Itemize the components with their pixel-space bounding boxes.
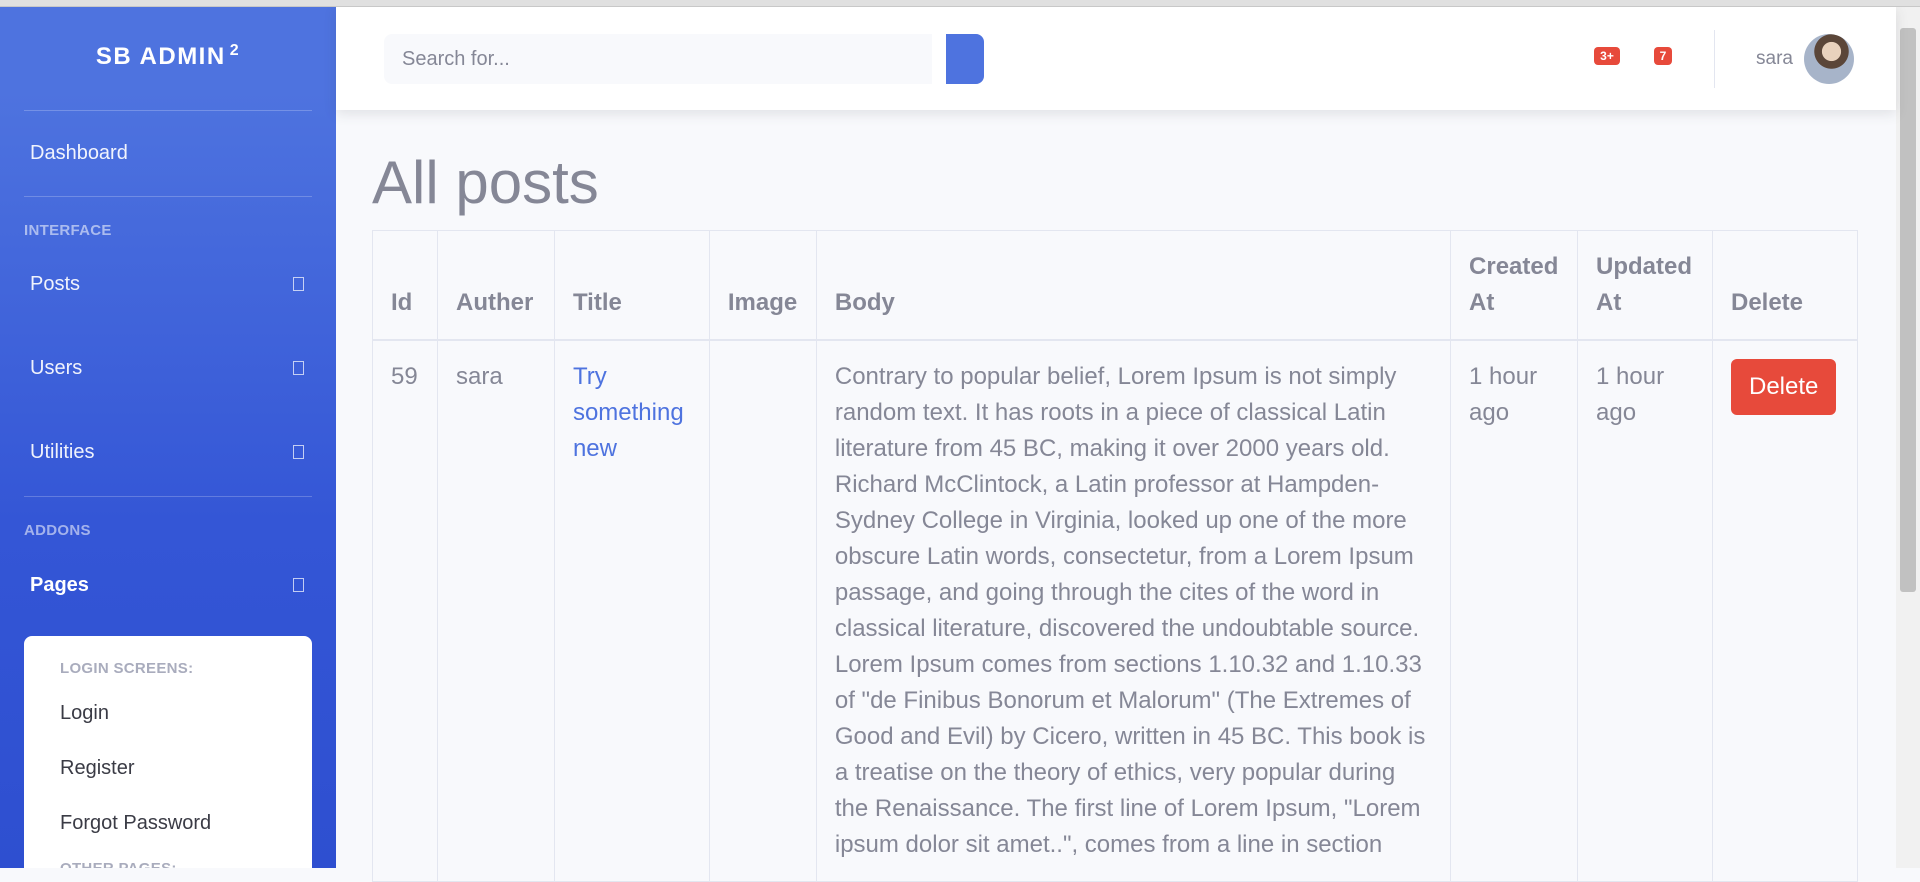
browser-top-edge — [0, 0, 1920, 7]
topbar-divider — [1714, 30, 1715, 88]
chevron-down-icon — [293, 578, 304, 592]
column-header-id: Id — [372, 230, 438, 341]
messages-badge: 7 — [1654, 47, 1672, 65]
column-header-delete: Delete — [1711, 230, 1859, 341]
column-header-image: Image — [708, 230, 817, 341]
submenu-heading-other: OTHER PAGES: — [60, 860, 177, 868]
posts-table: Id Auther Title Image Body Created At Up… — [372, 230, 1859, 882]
column-header-author: Auther — [436, 230, 555, 341]
pages-submenu: LOGIN SCREENS: Login Register Forgot Pas… — [24, 636, 312, 868]
delete-button[interactable]: Delete — [1730, 359, 1837, 415]
sidebar-item-label: Pages — [30, 573, 89, 596]
search-input[interactable] — [384, 34, 932, 84]
page-title: All posts — [372, 149, 599, 216]
brand-sup: 2 — [229, 42, 241, 59]
sidebar-item-label: Users — [30, 356, 83, 379]
sidebar: SB ADMIN 2 Dashboard INTERFACE Posts User… — [0, 6, 336, 868]
cell-title: Try something new — [553, 339, 710, 882]
submenu-item-register[interactable]: Register — [60, 757, 134, 780]
cell-delete: Delete — [1711, 339, 1859, 882]
sidebar-item-utilities[interactable]: Utilities — [0, 430, 336, 474]
cell-body: Contrary to popular belief, Lorem Ipsum … — [815, 339, 1452, 882]
sidebar-item-dashboard[interactable]: Dashboard — [0, 131, 336, 175]
table-row: 59 sara Try something new Contrary to po… — [372, 339, 1859, 882]
column-header-updated-at: Updated At — [1577, 230, 1713, 341]
scrollbar-thumb[interactable] — [1900, 28, 1916, 592]
sidebar-divider — [24, 496, 312, 497]
submenu-item-login[interactable]: Login — [60, 702, 109, 725]
sidebar-item-label: Posts — [30, 272, 81, 295]
chevron-right-icon — [293, 361, 304, 375]
alerts-bell-icon[interactable]: 3+ — [1594, 30, 1634, 80]
chevron-right-icon — [293, 277, 304, 291]
brand-text: SB ADMIN — [95, 43, 226, 70]
chevron-right-icon — [293, 445, 304, 459]
column-header-body: Body — [815, 230, 1452, 341]
alerts-badge: 3+ — [1594, 47, 1620, 65]
sidebar-item-label: Utilities — [30, 440, 95, 463]
cell-image — [708, 339, 817, 882]
column-header-created-at: Created At — [1450, 230, 1579, 341]
search-button[interactable] — [946, 34, 984, 84]
column-header-title: Title — [553, 230, 710, 341]
topbar: 3+ 7 sara — [336, 6, 1896, 110]
cell-author: sara — [436, 339, 555, 882]
sidebar-item-users[interactable]: Users — [0, 346, 336, 390]
page-scrollbar[interactable] — [1896, 6, 1920, 868]
sidebar-item-pages[interactable]: Pages — [0, 563, 336, 607]
sidebar-divider — [24, 110, 312, 111]
sidebar-item-posts[interactable]: Posts — [0, 262, 336, 306]
submenu-item-forgot-password[interactable]: Forgot Password — [60, 812, 211, 835]
cell-created-at: 1 hour ago — [1450, 339, 1579, 882]
sidebar-brand[interactable]: SB ADMIN 2 — [0, 42, 336, 71]
sidebar-heading-interface: INTERFACE — [24, 222, 112, 239]
sidebar-divider — [24, 196, 312, 197]
cell-id: 59 — [372, 339, 438, 882]
user-name[interactable]: sara — [1756, 48, 1793, 70]
sidebar-heading-addons: ADDONS — [24, 522, 91, 539]
cell-updated-at: 1 hour ago — [1577, 339, 1713, 882]
messages-envelope-icon[interactable]: 7 — [1654, 30, 1684, 80]
table-header-row: Id Auther Title Image Body Created At Up… — [372, 230, 1859, 341]
post-title-link[interactable]: Try something new — [573, 363, 684, 462]
avatar[interactable] — [1804, 34, 1854, 84]
sidebar-item-label: Dashboard — [30, 141, 128, 164]
submenu-heading-login: LOGIN SCREENS: — [60, 660, 194, 677]
